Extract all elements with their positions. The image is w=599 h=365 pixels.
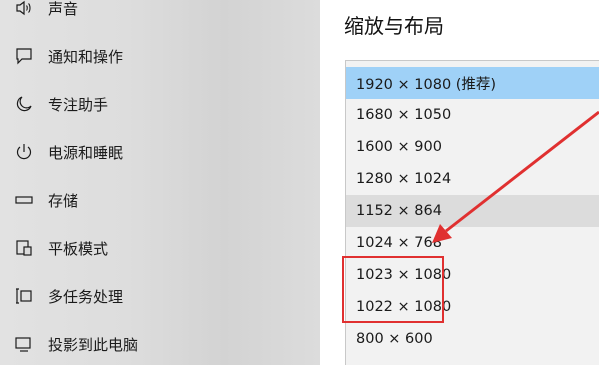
sidebar-item-label: 通知和操作: [48, 47, 124, 66]
resolution-option[interactable]: 1024 × 768: [346, 227, 599, 259]
section-title: 缩放与布局: [344, 14, 444, 38]
sidebar-item-label: 电源和睡眠: [48, 143, 124, 162]
sidebar-item-label: 多任务处理: [48, 287, 124, 306]
resolution-option[interactable]: 1600 × 900: [346, 131, 599, 163]
sidebar-item-sound[interactable]: 声音: [0, 0, 320, 32]
sidebar-item-tablet-mode[interactable]: 平板模式: [0, 224, 320, 272]
resolution-option[interactable]: 1280 × 1024: [346, 163, 599, 195]
storage-icon: [14, 190, 34, 210]
sidebar-item-notifications[interactable]: 通知和操作: [0, 32, 320, 80]
sidebar-item-label: 平板模式: [48, 239, 109, 258]
resolution-option[interactable]: 800 × 600: [346, 323, 599, 355]
annotation-highlight-box: [342, 256, 444, 323]
sidebar-item-label: 专注助手: [48, 95, 109, 114]
sidebar-item-power-sleep[interactable]: 电源和睡眠: [0, 128, 320, 176]
sidebar-item-label: 声音: [48, 0, 79, 18]
moon-icon: [14, 94, 34, 114]
sidebar-item-storage[interactable]: 存储: [0, 176, 320, 224]
settings-sidebar: 声音 通知和操作 专注助手 电源和睡眠 存储 平板模式 多任务处理 投影到此电脑: [0, 0, 320, 365]
speaker-icon: [14, 0, 34, 18]
project-icon: [14, 334, 34, 354]
resolution-option[interactable]: 1920 × 1080 (推荐): [346, 67, 599, 99]
sidebar-item-label: 存储: [48, 191, 79, 210]
sidebar-item-label: 投影到此电脑: [48, 335, 139, 354]
sidebar-item-multitasking[interactable]: 多任务处理: [0, 272, 320, 320]
tablet-icon: [14, 238, 34, 258]
sidebar-item-focus-assist[interactable]: 专注助手: [0, 80, 320, 128]
notification-icon: [14, 46, 34, 66]
resolution-option[interactable]: 1680 × 1050: [346, 99, 599, 131]
resolution-option[interactable]: 1152 × 864: [346, 195, 599, 227]
power-icon: [14, 142, 34, 162]
sidebar-item-project-to-pc[interactable]: 投影到此电脑: [0, 320, 320, 365]
multitask-icon: [14, 286, 34, 306]
